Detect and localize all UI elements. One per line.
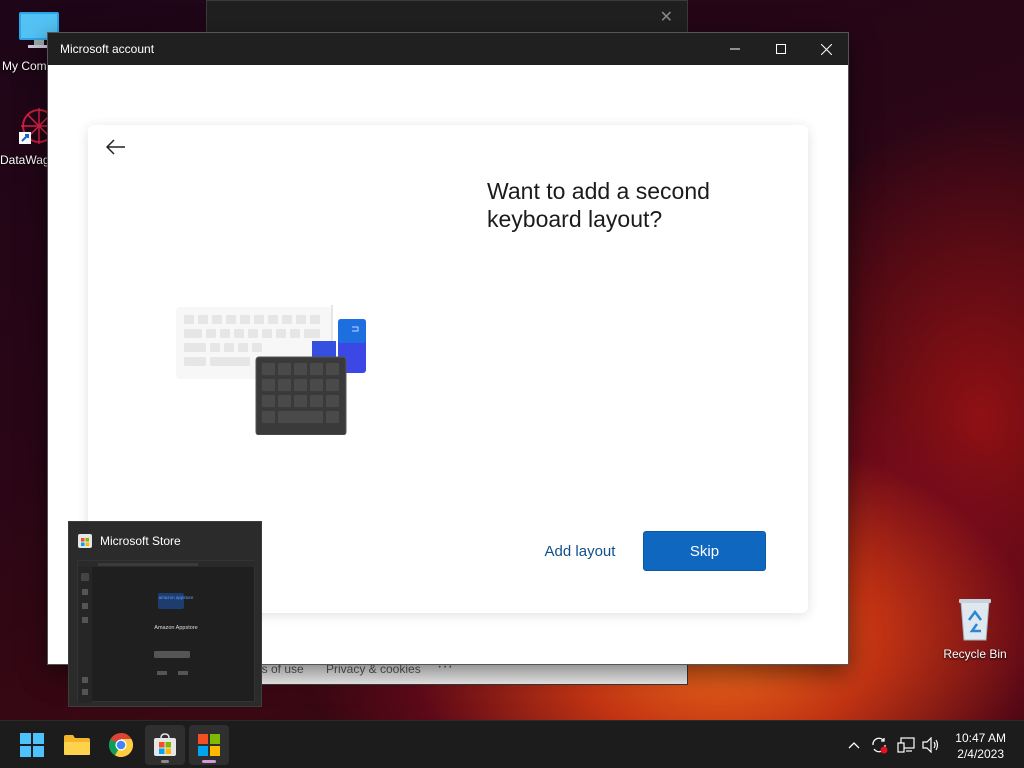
title-bar[interactable]: Microsoft account: [48, 33, 848, 65]
close-button[interactable]: [803, 33, 849, 65]
taskbar-thumbnail-preview[interactable]: Microsoft Store amazon appstore Amazon A…: [68, 521, 262, 707]
microsoft-account-icon: [198, 734, 220, 756]
file-explorer-icon: [64, 735, 90, 755]
speaker-icon: [922, 737, 939, 753]
chrome-icon: [109, 733, 133, 757]
sync-status-button[interactable]: [866, 721, 892, 768]
system-clock[interactable]: 10:47 AM 2/4/2023: [955, 730, 1006, 762]
window-title: Microsoft account: [60, 42, 155, 56]
preview-app-title: Amazon Appstore: [154, 625, 198, 631]
back-arrow-icon: [106, 139, 125, 155]
microsoft-store-icon: [154, 733, 176, 756]
chrome-button[interactable]: [101, 725, 141, 765]
thumbnail-title: Microsoft Store: [100, 534, 181, 548]
microsoft-store-button[interactable]: [145, 725, 185, 765]
file-explorer-button[interactable]: [57, 725, 97, 765]
close-icon[interactable]: ✕: [660, 7, 673, 27]
thumbnail-window-preview: amazon appstore Amazon Appstore: [77, 560, 256, 703]
skip-button[interactable]: Skip: [643, 531, 766, 571]
microsoft-account-button[interactable]: [189, 725, 229, 765]
start-icon: [20, 733, 44, 757]
maximize-icon: [776, 44, 786, 54]
chevron-up-icon: [848, 742, 860, 749]
desktop-icon-recycle-bin[interactable]: Recycle Bin: [938, 596, 1012, 661]
keyboard-illustration: [176, 305, 366, 435]
clock-time: 10:47 AM: [955, 731, 1006, 745]
recycle-bin-icon: [959, 599, 991, 641]
network-button[interactable]: [894, 721, 918, 768]
preview-logo-text: amazon appstore: [158, 595, 194, 600]
add-layout-button[interactable]: Add layout: [530, 531, 630, 571]
page-heading: Want to add a second keyboard layout?: [487, 178, 710, 232]
volume-button[interactable]: [919, 721, 943, 768]
network-icon: [897, 737, 915, 753]
preview-content: [78, 561, 256, 703]
back-button[interactable]: [104, 135, 128, 159]
app-active-indicator: [202, 760, 216, 763]
clock-date: 2/4/2023: [957, 747, 1004, 761]
microsoft-store-icon: [78, 534, 92, 548]
taskbar: 10:47 AM 2/4/2023: [0, 720, 1024, 768]
start-button[interactable]: [12, 725, 52, 765]
minimize-icon: [730, 48, 740, 50]
close-icon: [820, 43, 832, 55]
maximize-button[interactable]: [758, 33, 804, 65]
minimize-button[interactable]: [712, 33, 758, 65]
show-hidden-icons-button[interactable]: [842, 721, 866, 768]
desktop-icon-label: Recycle Bin: [943, 647, 1007, 661]
app-running-indicator: [161, 760, 169, 763]
sync-alert-icon: [872, 737, 888, 754]
